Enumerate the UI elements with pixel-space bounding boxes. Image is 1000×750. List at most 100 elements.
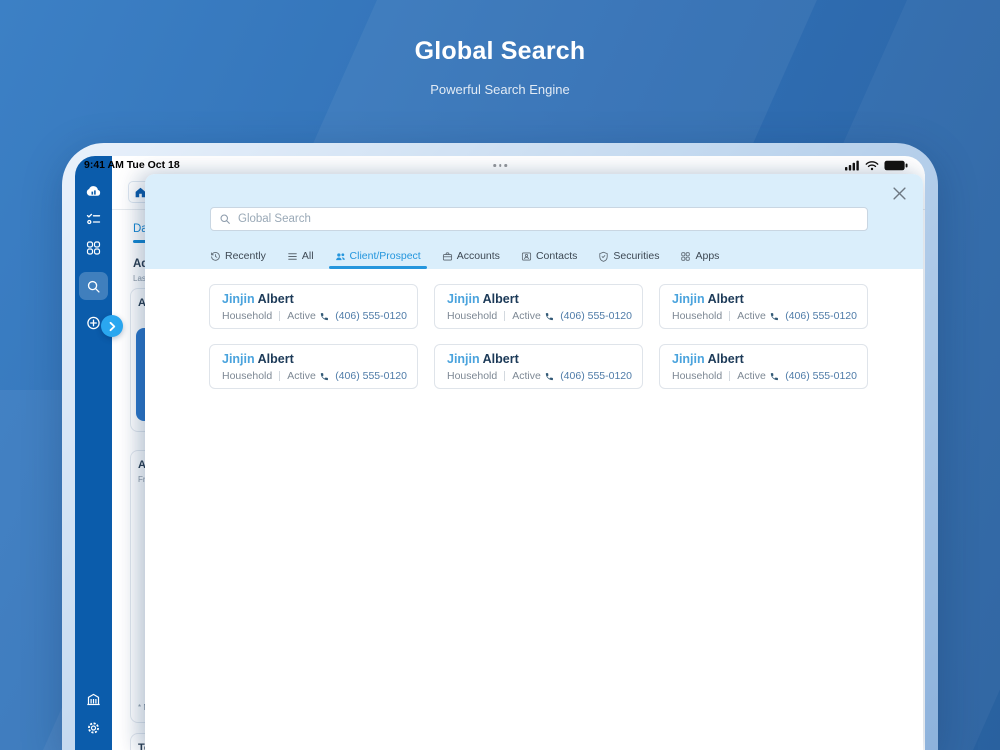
marketing-background: Global Search Powerful Search Engine Da …	[0, 0, 1000, 750]
phone-icon	[771, 372, 779, 380]
close-icon	[893, 186, 906, 200]
history-icon	[211, 251, 220, 261]
settings-icon	[88, 722, 99, 733]
tab-label: Apps	[695, 250, 720, 262]
briefcase-icon	[442, 251, 452, 260]
divider	[279, 371, 281, 381]
tab-label: Securities	[613, 250, 660, 262]
divider	[729, 371, 731, 381]
app-grid-icon	[86, 240, 101, 255]
phone-icon	[771, 312, 779, 320]
search-result-card[interactable]: Jinjin Albert Household Active (406) 555-0…	[659, 284, 868, 329]
cellular-signal-icon	[845, 160, 859, 171]
page-title: Global Search	[414, 37, 586, 65]
tab-label: Contacts	[535, 250, 578, 262]
result-name: Jinjin Albert	[672, 352, 744, 366]
status-badge: Active	[737, 310, 766, 322]
sidebar-search-button[interactable]	[79, 272, 108, 300]
search-icon	[87, 280, 100, 293]
search-icon	[220, 214, 230, 224]
search-result-card[interactable]: Jinjin Albert Household Active (406) 555-0…	[659, 344, 868, 389]
divider	[504, 371, 506, 381]
company-icon	[87, 693, 100, 705]
phone-number: (406) 555-0120	[335, 310, 407, 322]
phone-number: (406) 555-0120	[785, 370, 857, 382]
apps-icon	[681, 251, 691, 261]
ipad-device-frame: Da Advis Last U AU AU Fro * N To	[62, 143, 938, 750]
sidebar-tasks-button[interactable]	[85, 210, 102, 227]
sidebar-settings-button[interactable]	[85, 719, 102, 736]
sidebar-expand-button[interactable]	[101, 315, 123, 337]
tab-label: Accounts	[456, 250, 500, 262]
chevron-right-icon	[109, 321, 115, 331]
search-result-card[interactable]: Jinjin Albert Household Active (406) 555-0…	[209, 284, 418, 329]
result-name: Jinjin Albert	[447, 292, 519, 306]
phone-icon	[321, 312, 329, 320]
contact-card-icon	[521, 252, 531, 260]
overlay-header: Recently All Client/Prospect Accoun	[145, 174, 923, 269]
global-search-overlay: Recently All Client/Prospect Accoun	[145, 174, 923, 750]
phone-icon	[546, 312, 554, 320]
wifi-icon	[865, 161, 879, 171]
phone-number: (406) 555-0120	[560, 310, 632, 322]
search-input[interactable]	[238, 213, 859, 225]
ipad-screen: Da Advis Last U AU AU Fro * N To	[75, 156, 925, 750]
record-type: Household	[672, 370, 723, 382]
record-type: Household	[672, 310, 723, 322]
tab-client-prospect[interactable]: Client/Prospect	[328, 243, 427, 269]
tab-label: Recently	[225, 250, 266, 262]
app-sidebar	[75, 156, 112, 750]
tab-apps[interactable]: Apps	[680, 243, 719, 269]
tab-all[interactable]: All	[287, 243, 314, 269]
result-name: Jinjin Albert	[672, 292, 744, 306]
result-name: Jinjin Albert	[222, 352, 294, 366]
global-search-bar[interactable]	[210, 207, 868, 231]
phone-number: (406) 555-0120	[785, 310, 857, 322]
phone-number: (406) 555-0120	[335, 370, 407, 382]
tab-accounts[interactable]: Accounts	[442, 243, 500, 269]
page-subtitle: Powerful Search Engine	[430, 82, 570, 97]
close-button[interactable]	[893, 185, 909, 201]
status-badge: Active	[512, 310, 541, 322]
result-name: Jinjin Albert	[447, 352, 519, 366]
analytics-cloud-icon	[86, 185, 101, 196]
phone-icon	[321, 372, 329, 380]
tab-securities[interactable]: Securities	[598, 243, 659, 269]
record-type: Household	[222, 370, 273, 382]
battery-icon	[884, 160, 908, 171]
shield-icon	[599, 251, 608, 262]
record-type: Household	[222, 310, 273, 322]
record-type: Household	[447, 370, 498, 382]
status-badge: Active	[737, 370, 766, 382]
divider	[504, 311, 506, 321]
tab-recently[interactable]: Recently	[210, 243, 266, 269]
add-icon	[87, 316, 100, 329]
record-type: Household	[447, 310, 498, 322]
search-result-card[interactable]: Jinjin Albert Household Active (406) 555-0…	[209, 344, 418, 389]
status-bar: 9:41 AM Tue Oct 18	[75, 156, 925, 174]
search-result-card[interactable]: Jinjin Albert Household Active (406) 555-0…	[434, 344, 643, 389]
sidebar-analytics-button[interactable]	[85, 182, 102, 199]
status-badge: Active	[287, 310, 316, 322]
status-time: 9:41 AM Tue Oct 18	[84, 159, 180, 171]
list-icon	[288, 252, 297, 260]
sidebar-apps-button[interactable]	[85, 239, 102, 256]
phone-icon	[546, 372, 554, 380]
sidebar-company-button[interactable]	[85, 690, 102, 707]
search-result-card[interactable]: Jinjin Albert Household Active (406) 555-0…	[434, 284, 643, 329]
tab-contacts[interactable]: Contacts	[521, 243, 577, 269]
status-badge: Active	[512, 370, 541, 382]
search-scope-tabs: Recently All Client/Prospect Accounts Co…	[210, 243, 719, 269]
tasks-icon	[86, 213, 101, 224]
tab-label: Client/Prospect	[349, 250, 421, 262]
divider	[729, 311, 731, 321]
hero-section: Global Search Powerful Search Engine	[0, 37, 1000, 97]
phone-number: (406) 555-0120	[560, 370, 632, 382]
result-name: Jinjin Albert	[222, 292, 294, 306]
status-badge: Active	[287, 370, 316, 382]
people-icon	[335, 252, 345, 260]
sidebar-add-button[interactable]	[85, 314, 102, 331]
search-results-grid: Jinjin Albert Household Active (406) 555-0…	[145, 269, 923, 389]
divider	[279, 311, 281, 321]
tab-label: All	[301, 250, 314, 262]
